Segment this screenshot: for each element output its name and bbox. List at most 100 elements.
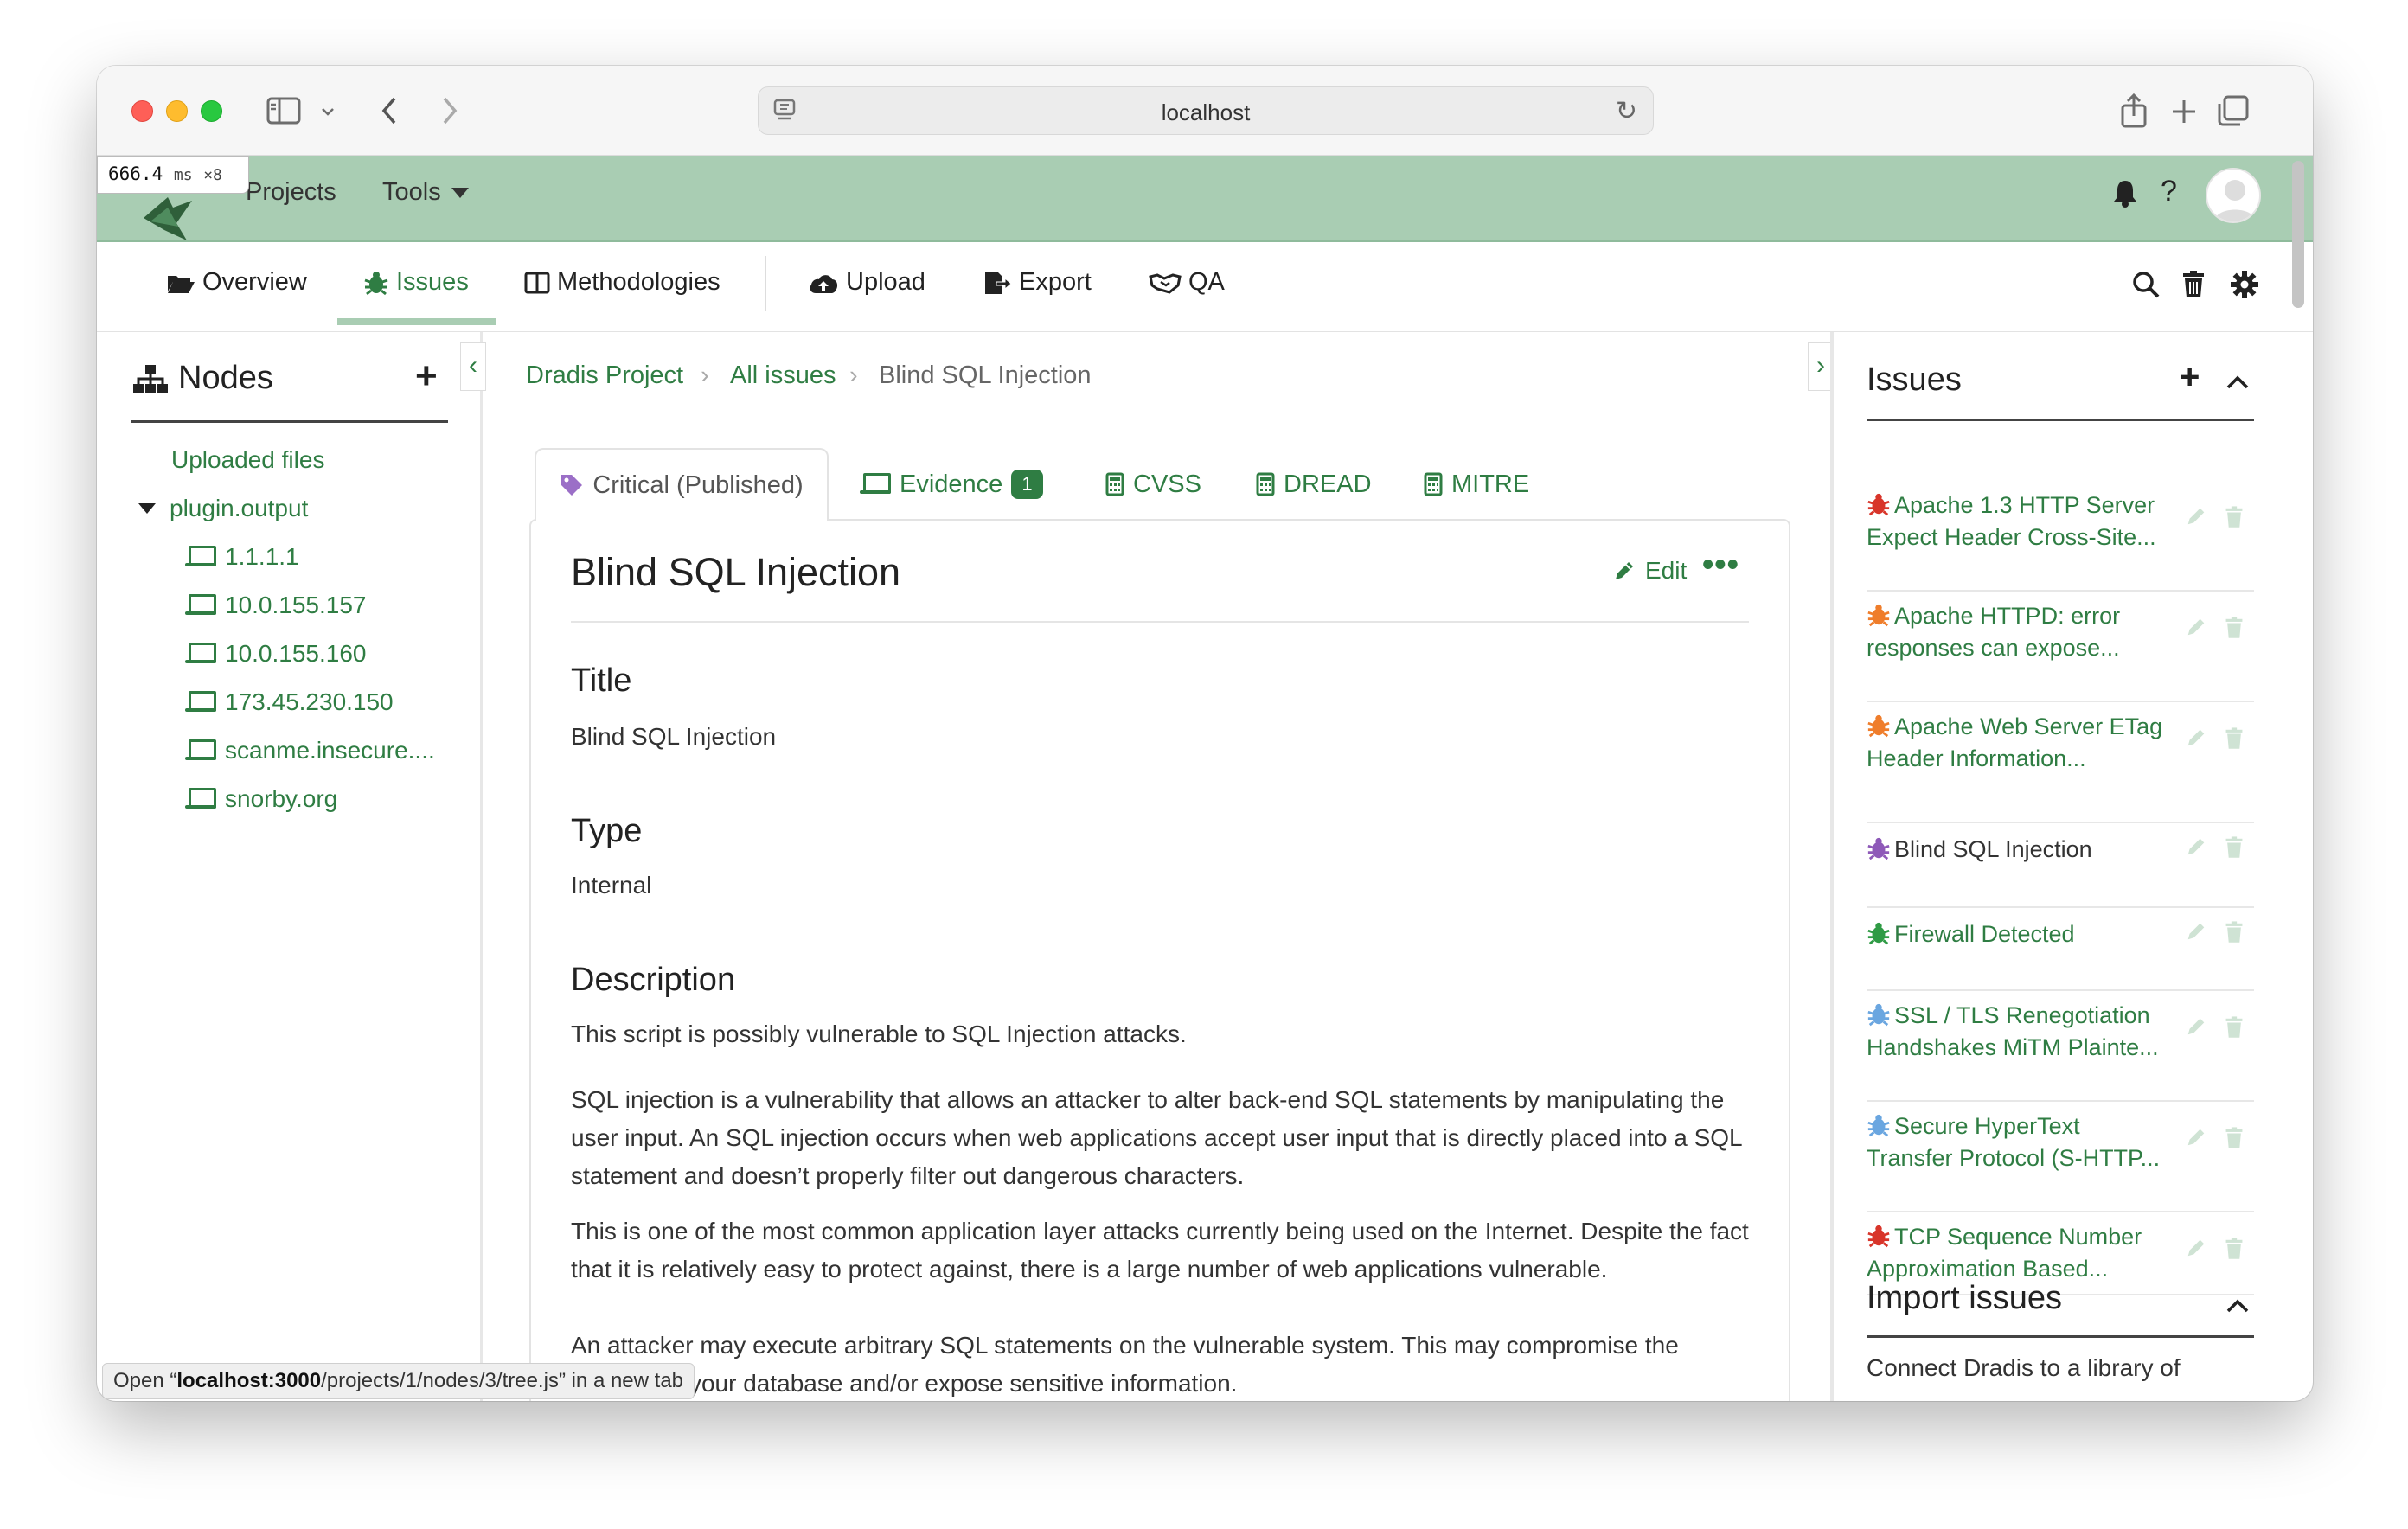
help-icon[interactable]: ? xyxy=(2161,175,2177,208)
trash-icon[interactable] xyxy=(2181,270,2206,299)
browser-window: localhost ↻ 666.4 ms ×8 Projects Tools ?… xyxy=(97,66,2313,1401)
tree-host[interactable]: 10.0.155.160 xyxy=(185,640,367,668)
calculator-icon xyxy=(1424,472,1443,496)
description-paragraph: SQL injection is a vulnerability that al… xyxy=(571,1086,1742,1189)
tab-mitre[interactable]: MITRE xyxy=(1424,448,1529,521)
chevron-down-icon[interactable] xyxy=(320,106,336,118)
add-node-icon[interactable]: + xyxy=(415,355,438,398)
issue-list-item-label: Blind SQL Injection xyxy=(1867,834,2169,866)
issue-list-item[interactable]: Firewall Detected xyxy=(1867,908,2254,991)
forward-icon[interactable] xyxy=(439,95,460,126)
nodes-heading: Nodes xyxy=(131,360,273,397)
bug-icon xyxy=(1867,1003,1890,1027)
pencil-icon[interactable] xyxy=(2185,835,2207,864)
subnav-overview-label: Overview xyxy=(202,268,307,296)
import-panel-divider xyxy=(1867,1335,2254,1338)
sidebar-toggle-icon[interactable] xyxy=(266,97,301,125)
chevron-up-icon[interactable] xyxy=(2225,374,2251,391)
subnav-qa-label: QA xyxy=(1188,268,1225,296)
tree-host[interactable]: 1.1.1.1 xyxy=(185,543,299,571)
description-paragraph: An attacker may execute arbitrary SQL st… xyxy=(571,1332,1679,1397)
pencil-icon[interactable] xyxy=(2185,920,2207,949)
trash-icon[interactable] xyxy=(2225,616,2244,646)
address-bar[interactable]: localhost ↻ xyxy=(758,86,1654,135)
issue-list-item[interactable]: Apache Web Server ETag Header Informatio… xyxy=(1867,702,2254,823)
tree-plugin-output[interactable]: plugin.output xyxy=(138,495,308,522)
nav-tools-label: Tools xyxy=(382,178,441,206)
tree-host[interactable]: 10.0.155.157 xyxy=(185,592,367,619)
subnav-upload[interactable]: Upload xyxy=(808,268,925,297)
tab-critical-published[interactable]: Critical (Published) xyxy=(535,448,829,521)
issue-list-item[interactable]: Apache HTTPD: error responses can expose… xyxy=(1867,592,2254,702)
minimize-window-button[interactable] xyxy=(166,100,188,122)
subnav-qa[interactable]: QA xyxy=(1149,268,1225,297)
bug-icon xyxy=(364,271,388,295)
pencil-icon[interactable] xyxy=(2185,726,2207,755)
pencil-icon[interactable] xyxy=(2185,1237,2207,1265)
pencil-icon[interactable] xyxy=(2185,616,2207,644)
subnav-overview[interactable]: Overview xyxy=(166,268,307,297)
issues-panel-title: Issues xyxy=(1867,361,1962,398)
tag-icon xyxy=(561,475,583,496)
caret-down-icon[interactable] xyxy=(138,503,156,514)
trash-icon[interactable] xyxy=(2225,1126,2244,1156)
link-status-tooltip: Open “localhost:3000/projects/1/nodes/3/… xyxy=(102,1363,695,1399)
add-issue-icon[interactable]: + xyxy=(2180,358,2200,397)
sitemap-icon xyxy=(133,364,168,393)
subnav-methodologies[interactable]: Methodologies xyxy=(524,268,720,297)
tree-host[interactable]: 173.45.230.150 xyxy=(185,688,394,716)
tree-host[interactable]: snorby.org xyxy=(185,785,337,813)
reload-icon[interactable]: ↻ xyxy=(1616,96,1637,126)
bell-icon[interactable] xyxy=(2112,178,2138,208)
trash-icon[interactable] xyxy=(2225,835,2244,866)
nodes-sidebar xyxy=(97,332,483,1401)
tab-overview-icon[interactable] xyxy=(2216,93,2251,128)
pencil-icon[interactable] xyxy=(2185,1126,2207,1155)
tree-uploaded-files[interactable]: Uploaded files xyxy=(171,446,324,474)
laptop-icon xyxy=(860,473,891,496)
subnav-divider xyxy=(765,256,766,311)
chevron-up-icon[interactable] xyxy=(2225,1297,2251,1315)
edit-button[interactable]: Edit xyxy=(1612,557,1687,585)
dradis-logo[interactable] xyxy=(138,192,199,246)
host-label: 1.1.1.1 xyxy=(225,543,299,570)
host-label: 10.0.155.157 xyxy=(225,592,367,618)
tab-cvss[interactable]: CVSS xyxy=(1105,448,1201,521)
collapse-left-sidebar-button[interactable]: ‹ xyxy=(460,342,486,391)
page-scrollbar[interactable] xyxy=(2292,161,2304,308)
more-options-icon[interactable]: ••• xyxy=(1702,547,1739,584)
trash-icon[interactable] xyxy=(2225,726,2244,757)
back-icon[interactable] xyxy=(379,95,400,126)
trash-icon[interactable] xyxy=(2225,505,2244,535)
gear-icon[interactable] xyxy=(2230,270,2259,299)
search-icon[interactable] xyxy=(2131,270,2161,299)
breadcrumb-all-issues[interactable]: All issues xyxy=(730,361,836,390)
share-icon[interactable] xyxy=(2119,92,2149,130)
trash-icon[interactable] xyxy=(2225,920,2244,950)
new-tab-icon[interactable] xyxy=(2169,97,2199,126)
bug-icon xyxy=(1867,604,1890,627)
subnav-methodologies-label: Methodologies xyxy=(557,268,720,296)
nav-projects[interactable]: Projects xyxy=(246,178,336,207)
issue-list-item[interactable]: Secure HyperText Transfer Protocol (S-HT… xyxy=(1867,1102,2254,1212)
issue-list-item[interactable]: SSL / TLS Renegotiation Handshakes MiTM … xyxy=(1867,991,2254,1102)
caret-down-icon xyxy=(451,187,469,198)
cloud-upload-icon xyxy=(810,274,838,293)
avatar[interactable] xyxy=(2206,168,2261,223)
issue-name: SSL / TLS Renegotiation Handshakes MiTM … xyxy=(1867,1002,2159,1060)
breadcrumb-project[interactable]: Dradis Project xyxy=(526,361,683,390)
subnav-export[interactable]: Export xyxy=(983,268,1092,297)
close-window-button[interactable] xyxy=(131,100,153,122)
subnav-issues[interactable]: Issues xyxy=(363,268,469,297)
pencil-icon[interactable] xyxy=(2185,1015,2207,1044)
trash-icon[interactable] xyxy=(2225,1237,2244,1267)
trash-icon[interactable] xyxy=(2225,1015,2244,1046)
zoom-window-button[interactable] xyxy=(201,100,222,122)
nav-tools[interactable]: Tools xyxy=(382,178,469,207)
issue-list-item[interactable]: Blind SQL Injection xyxy=(1867,823,2254,908)
tree-host[interactable]: scanme.insecure.... xyxy=(185,737,435,764)
tab-evidence[interactable]: Evidence 1 xyxy=(860,448,1043,521)
pencil-icon[interactable] xyxy=(2185,505,2207,534)
issue-list-item[interactable]: Apache 1.3 HTTP Server Expect Header Cro… xyxy=(1867,481,2254,592)
tab-dread[interactable]: DREAD xyxy=(1256,448,1372,521)
